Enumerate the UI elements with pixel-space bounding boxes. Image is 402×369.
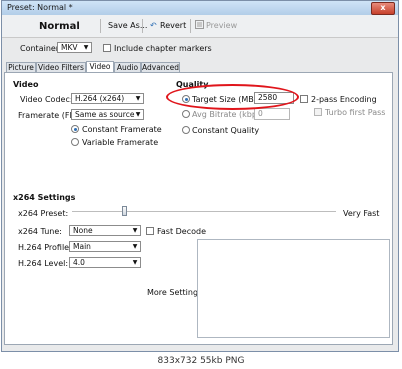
chevron-down-icon: ▼: [132, 243, 138, 250]
x264-preset-slider-track: [72, 211, 336, 212]
window-title: Preset: Normal *: [7, 3, 73, 12]
toolbar-separator: [100, 19, 101, 33]
chevron-down-icon: ▼: [83, 44, 89, 51]
constant-framerate-label: Constant Framerate: [82, 125, 162, 134]
include-chapter-markers-checkbox[interactable]: [103, 44, 111, 52]
x264-tune-label: x264 Tune:: [18, 227, 62, 236]
video-codec-value: H.264 (x264): [75, 94, 125, 103]
toolbar-separator: [190, 19, 191, 33]
variable-framerate-radio[interactable]: [71, 138, 79, 146]
container-select[interactable]: MKV ▼: [57, 42, 92, 53]
include-chapter-markers-label: Include chapter markers: [114, 44, 212, 53]
preview-icon: [195, 20, 204, 31]
x264-preset-label: x264 Preset:: [18, 209, 69, 218]
avg-bitrate-input[interactable]: 0: [254, 108, 290, 120]
chevron-down-icon: ▼: [135, 95, 141, 102]
framerate-select[interactable]: Same as source ▼: [71, 109, 144, 120]
fast-decode-label: Fast Decode: [157, 227, 206, 236]
x264-tune-value: None: [73, 226, 93, 235]
more-settings-textarea[interactable]: [197, 239, 390, 338]
two-pass-encoding-label: 2-pass Encoding: [311, 95, 377, 104]
constant-quality-radio[interactable]: [182, 126, 190, 134]
container-value: MKV: [61, 43, 78, 52]
x264-settings-heading: x264 Settings: [13, 193, 76, 202]
x264-preset-slider-thumb[interactable]: [122, 206, 127, 216]
two-pass-encoding-checkbox[interactable]: [300, 95, 308, 103]
constant-quality-label: Constant Quality: [192, 126, 260, 135]
h264-profile-value: Main: [73, 242, 91, 251]
close-button[interactable]: x: [371, 2, 395, 15]
revert-icon: ↶: [150, 21, 157, 30]
container-label: Container:: [20, 44, 62, 53]
video-codec-select[interactable]: H.264 (x264) ▼: [71, 93, 144, 104]
avg-bitrate-radio[interactable]: [182, 110, 190, 118]
preset-name: Normal: [39, 21, 80, 32]
highlight-ellipse: [166, 84, 299, 110]
framerate-value: Same as source: [75, 110, 135, 119]
chevron-down-icon: ▼: [132, 259, 138, 266]
video-codec-label: Video Codec:: [20, 95, 73, 104]
x264-tune-select[interactable]: None ▼: [69, 225, 141, 236]
fast-decode-checkbox[interactable]: [146, 227, 154, 235]
turbo-first-pass-checkbox[interactable]: [314, 108, 322, 116]
x264-preset-value: Very Fast: [343, 209, 380, 218]
chevron-down-icon: ▼: [132, 227, 138, 234]
video-heading: Video: [13, 80, 39, 89]
revert-button[interactable]: Revert: [160, 21, 186, 30]
variable-framerate-label: Variable Framerate: [82, 138, 159, 147]
h264-level-select[interactable]: 4.0 ▼: [69, 257, 141, 268]
constant-framerate-radio[interactable]: [71, 125, 79, 133]
title-bar: Preset: Normal * x: [2, 1, 398, 16]
turbo-first-pass-label: Turbo first Pass: [325, 108, 386, 117]
image-caption: 833x732 55kb PNG: [0, 353, 402, 369]
preview-button[interactable]: Preview: [206, 21, 237, 30]
h264-profile-label: H.264 Profile:: [18, 243, 72, 252]
toolbar: Normal Save As... ↶ Revert Preview: [2, 15, 398, 38]
h264-level-label: H.264 Level:: [18, 259, 69, 268]
toolbar-separator: [142, 19, 143, 33]
chevron-down-icon: ▼: [135, 111, 141, 118]
h264-profile-select[interactable]: Main ▼: [69, 241, 141, 252]
h264-level-value: 4.0: [73, 258, 85, 267]
